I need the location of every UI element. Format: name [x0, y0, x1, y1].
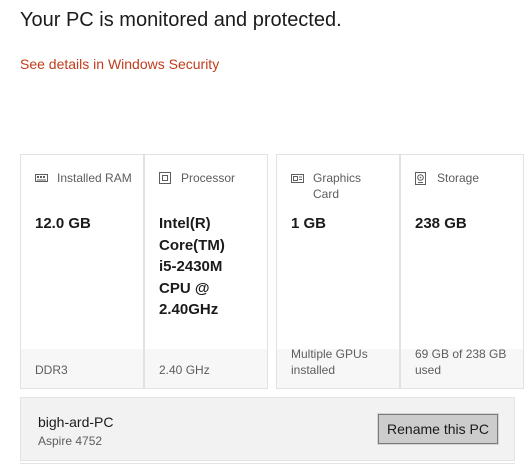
protection-status-headline: Your PC is monitored and protected. [20, 9, 342, 31]
card-storage: Storage 238 GB 69 GB of 238 GB used [400, 154, 524, 389]
card-detail: Multiple GPUs installed [291, 347, 368, 377]
storage-icon [415, 170, 428, 186]
card-detail: DDR3 [35, 363, 68, 377]
card-label: Storage [437, 171, 480, 185]
next-section-edge [20, 463, 515, 468]
graphics-card-icon [291, 170, 304, 186]
pc-model: Aspire 4752 [38, 434, 103, 448]
card-detail: 2.40 GHz [159, 363, 210, 377]
pc-name: bigh-ard-PC [38, 414, 114, 430]
card-value: Intel(R) Core(TM) i5-2430M CPU @ 2.40GHz [159, 215, 225, 318]
card-label: Processor [181, 171, 236, 185]
windows-security-link[interactable]: See details in Windows Security [20, 56, 219, 72]
pc-name-panel: bigh-ard-PC Aspire 4752 Rename this PC [20, 397, 515, 461]
card-label: Installed RAM [57, 171, 132, 185]
card-detail: 69 GB of 238 GB used [415, 347, 507, 377]
rename-pc-button[interactable]: Rename this PC [377, 413, 499, 445]
device-specs-cards: Installed RAM 12.0 GB DDR3 Processor Int… [20, 154, 524, 389]
card-graphics-card: Graphics Card 1 GB Multiple GPUs install… [276, 154, 400, 389]
card-header: Installed RAM [35, 170, 137, 186]
card-installed-ram: Installed RAM 12.0 GB DDR3 [20, 154, 144, 389]
card-label: Graphics Card [313, 171, 362, 201]
ram-icon [35, 170, 48, 186]
card-header: Graphics Card [291, 170, 393, 202]
card-value: 238 GB [415, 215, 467, 232]
card-header: Storage [415, 170, 517, 186]
card-value: 1 GB [291, 215, 327, 232]
card-value: 12.0 GB [35, 215, 91, 232]
card-processor: Processor Intel(R) Core(TM) i5-2430M CPU… [144, 154, 268, 389]
card-header: Processor [159, 170, 261, 186]
processor-icon [159, 170, 172, 186]
